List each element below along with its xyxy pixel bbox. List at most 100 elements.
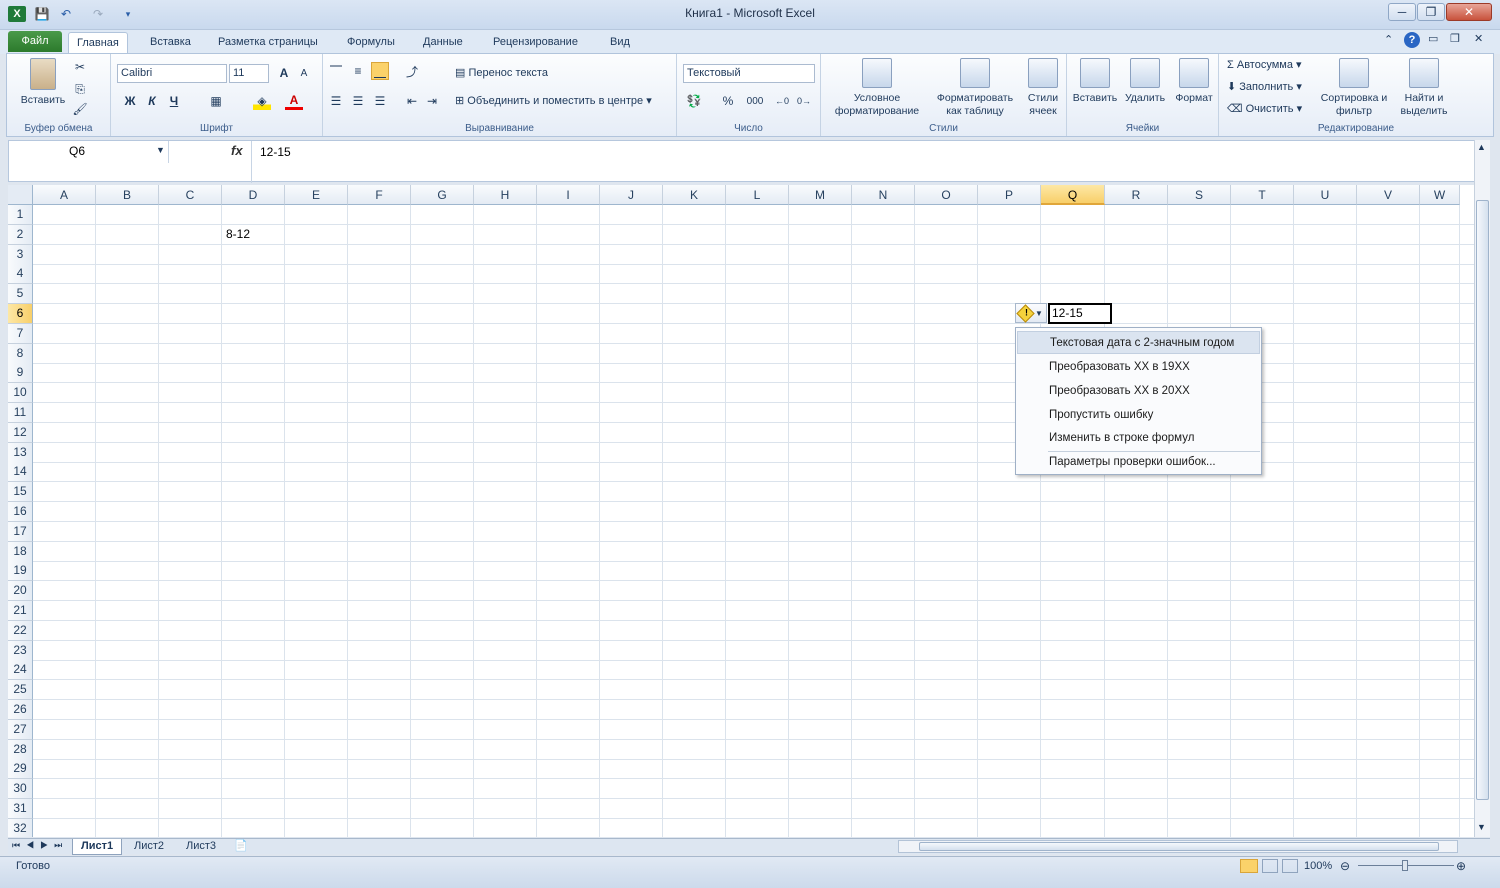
column-header-j[interactable]: J	[600, 185, 663, 205]
help-icon[interactable]: ?	[1404, 32, 1420, 48]
select-all-corner[interactable]	[8, 185, 33, 205]
italic-button[interactable]: К	[143, 92, 161, 110]
menu-item-convert-20xx[interactable]: Преобразовать XX в 20XX	[1017, 380, 1260, 403]
increase-decimal-icon[interactable]: ←0	[773, 92, 791, 110]
wrap-text-button[interactable]: ▤ Перенос текста	[455, 66, 548, 79]
align-right-icon[interactable]: ☰	[371, 92, 389, 110]
vertical-scroll-thumb[interactable]	[1476, 200, 1489, 800]
row-header-25[interactable]: 25	[8, 680, 33, 701]
sheet-tab-3[interactable]: Лист3	[178, 839, 224, 855]
align-middle-icon[interactable]: ≡	[349, 62, 367, 80]
menu-item-ignore-error[interactable]: Пропустить ошибку	[1017, 404, 1260, 427]
restore-button[interactable]: ❐	[1417, 3, 1445, 21]
column-header-p[interactable]: P	[978, 185, 1041, 205]
grow-font-icon[interactable]: A	[275, 64, 293, 82]
column-header-l[interactable]: L	[726, 185, 789, 205]
currency-icon[interactable]: 💱	[685, 92, 703, 110]
row-header-14[interactable]: 14	[8, 462, 33, 483]
row-header-2[interactable]: 2	[8, 224, 33, 245]
column-header-f[interactable]: F	[348, 185, 411, 205]
column-header-q[interactable]: Q	[1041, 185, 1105, 205]
row-header-10[interactable]: 10	[8, 383, 33, 404]
row-header-20[interactable]: 20	[8, 581, 33, 602]
row-header-16[interactable]: 16	[8, 502, 33, 522]
sheet-nav-icons[interactable]: ⏮◀▶⏭	[12, 840, 68, 851]
column-header-m[interactable]: M	[789, 185, 852, 205]
paste-button[interactable]: Вставить	[13, 58, 73, 107]
fill-color-icon[interactable]: ◈	[253, 92, 271, 110]
copy-icon[interactable]: ⎘	[71, 80, 89, 98]
row-header-19[interactable]: 19	[8, 561, 33, 582]
sort-filter-button[interactable]: Сортировка и фильтр	[1319, 58, 1389, 118]
row-header-27[interactable]: 27	[8, 719, 33, 740]
column-header-h[interactable]: H	[474, 185, 537, 205]
row-header-8[interactable]: 8	[8, 343, 33, 364]
row-header-15[interactable]: 15	[8, 482, 33, 503]
format-as-table-button[interactable]: Форматировать как таблицу	[931, 58, 1019, 118]
row-header-31[interactable]: 31	[8, 799, 33, 819]
format-cells-button[interactable]: Формат	[1171, 58, 1217, 105]
column-header-g[interactable]: G	[411, 185, 474, 205]
row-header-4[interactable]: 4	[8, 264, 33, 285]
page-break-view-icon[interactable]	[1282, 859, 1298, 873]
fill-button[interactable]: ⬇ Заполнить ▾	[1227, 80, 1302, 93]
sheet-tab-1[interactable]: Лист1	[72, 839, 123, 855]
column-header-c[interactable]: C	[159, 185, 222, 205]
zoom-out-icon[interactable]: ⊖	[1340, 859, 1350, 873]
align-center-icon[interactable]: ☰	[349, 92, 367, 110]
font-name-combo[interactable]: Calibri	[117, 64, 227, 83]
row-header-28[interactable]: 28	[8, 739, 33, 760]
worksheet-grid[interactable]: ABCDEFGHIJKLMNOPQRSTUVW 1 2 3 4 5 6 7 8 9 10 11 12 1…	[8, 185, 1474, 837]
align-top-icon[interactable]: ⎺	[327, 62, 345, 80]
save-icon[interactable]: 💾	[34, 6, 50, 22]
tab-insert[interactable]: Вставка	[142, 32, 199, 53]
undo-icon[interactable]: ↶	[58, 6, 74, 22]
column-header-r[interactable]: R	[1105, 185, 1168, 205]
menu-item-convert-19xx[interactable]: Преобразовать XX в 19XX	[1017, 356, 1260, 379]
thousands-button[interactable]: 000	[743, 92, 767, 110]
doc-close-icon[interactable]: ✕	[1474, 32, 1483, 45]
error-check-button[interactable]: ! ▼	[1015, 303, 1047, 323]
close-button[interactable]: ✕	[1446, 3, 1492, 21]
name-box[interactable]: Q6	[9, 141, 169, 163]
horizontal-scrollbar[interactable]	[898, 840, 1458, 853]
page-layout-view-icon[interactable]	[1262, 859, 1278, 873]
font-size-combo[interactable]: 11	[229, 64, 269, 83]
delete-cells-button[interactable]: Удалить	[1121, 58, 1169, 105]
column-header-a[interactable]: A	[33, 185, 96, 205]
number-format-combo[interactable]: Текстовый	[683, 64, 815, 83]
font-color-icon[interactable]: A	[285, 92, 303, 110]
tab-file[interactable]: Файл	[8, 31, 62, 52]
column-header-e[interactable]: E	[285, 185, 348, 205]
column-header-o[interactable]: O	[915, 185, 978, 205]
row-header-3[interactable]: 3	[8, 244, 33, 265]
column-header-v[interactable]: V	[1357, 185, 1420, 205]
bold-button[interactable]: Ж	[121, 92, 139, 110]
tab-page-layout[interactable]: Разметка страницы	[210, 32, 326, 53]
row-header-18[interactable]: 18	[8, 541, 33, 562]
cell-d2[interactable]: 8-12	[223, 225, 250, 244]
decrease-decimal-icon[interactable]: 0→	[795, 92, 813, 110]
tab-review[interactable]: Рецензирование	[485, 32, 586, 53]
row-header-13[interactable]: 13	[8, 442, 33, 463]
column-header-t[interactable]: T	[1231, 185, 1294, 205]
align-left-icon[interactable]: ☰	[327, 92, 345, 110]
borders-icon[interactable]: ▦	[207, 92, 225, 110]
decrease-indent-icon[interactable]: ⇤	[403, 92, 421, 110]
increase-indent-icon[interactable]: ⇥	[423, 92, 441, 110]
row-header-24[interactable]: 24	[8, 660, 33, 681]
orientation-icon[interactable]: ⤴	[403, 62, 421, 80]
underline-button[interactable]: Ч	[165, 92, 183, 110]
insert-function-icon[interactable]: fx	[231, 143, 243, 158]
row-header-17[interactable]: 17	[8, 521, 33, 542]
column-header-u[interactable]: U	[1294, 185, 1357, 205]
row-header-30[interactable]: 30	[8, 779, 33, 800]
row-header-23[interactable]: 23	[8, 640, 33, 661]
ribbon-collapse-icon[interactable]: ⌃	[1384, 33, 1393, 46]
normal-view-icon[interactable]	[1240, 859, 1258, 873]
vertical-scrollbar[interactable]: ▲ ▼	[1474, 140, 1490, 837]
cell-styles-button[interactable]: Стили ячеек	[1021, 58, 1065, 118]
sheet-tab-2[interactable]: Лист2	[126, 839, 172, 855]
merge-center-button[interactable]: ⊞ Объединить и поместить в центре ▾	[455, 94, 652, 107]
formula-input[interactable]: 12-15	[251, 141, 1475, 183]
